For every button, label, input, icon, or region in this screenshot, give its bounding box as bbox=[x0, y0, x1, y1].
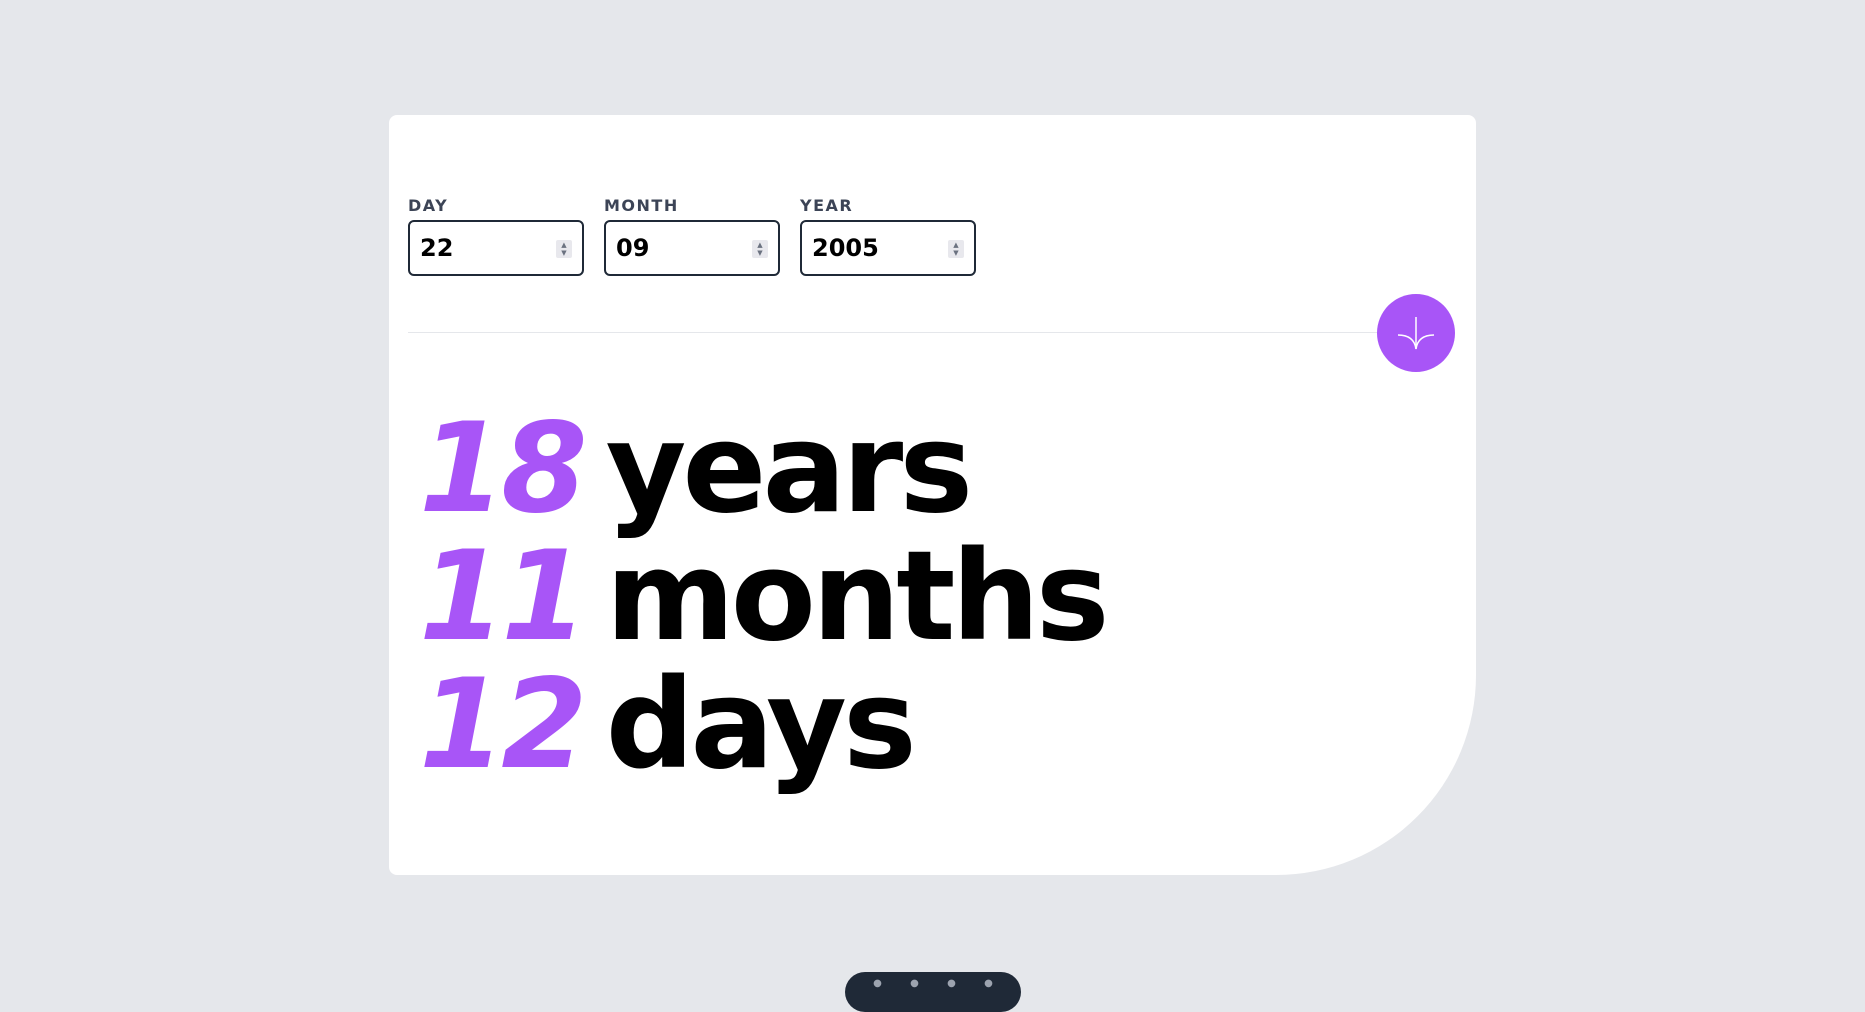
toolbar-icon[interactable]: ● bbox=[910, 978, 919, 989]
months-unit: months bbox=[605, 525, 1110, 669]
day-input[interactable] bbox=[420, 234, 572, 262]
years-value: 18 bbox=[419, 397, 588, 541]
years-row: 18 years bbox=[419, 405, 1106, 533]
month-spinner[interactable]: ▲ ▼ bbox=[752, 240, 768, 258]
chevron-up-icon[interactable]: ▲ bbox=[953, 241, 958, 249]
month-field: MONTH ▲ ▼ bbox=[604, 196, 780, 276]
divider bbox=[408, 332, 1408, 333]
year-spinner[interactable]: ▲ ▼ bbox=[948, 240, 964, 258]
chevron-down-icon[interactable]: ▼ bbox=[953, 249, 958, 257]
days-unit: days bbox=[605, 653, 917, 797]
months-value: 11 bbox=[419, 525, 588, 669]
submit-button[interactable] bbox=[1377, 294, 1455, 372]
year-field: YEAR ▲ ▼ bbox=[800, 196, 976, 276]
chevron-down-icon[interactable]: ▼ bbox=[561, 249, 566, 257]
days-value: 12 bbox=[419, 653, 588, 797]
month-label: MONTH bbox=[604, 196, 679, 215]
years-unit: years bbox=[605, 397, 974, 541]
month-input[interactable] bbox=[616, 234, 768, 262]
year-input-box[interactable]: ▲ ▼ bbox=[800, 220, 976, 276]
age-calculator-card: DAY ▲ ▼ MONTH ▲ ▼ YEAR bbox=[389, 115, 1476, 875]
arrow-down-icon[interactable] bbox=[1396, 313, 1436, 353]
bottom-toolbar: ● ● ● ● bbox=[845, 972, 1021, 1012]
chevron-down-icon[interactable]: ▼ bbox=[757, 249, 762, 257]
year-input[interactable] bbox=[812, 234, 964, 262]
day-spinner[interactable]: ▲ ▼ bbox=[556, 240, 572, 258]
month-input-box[interactable]: ▲ ▼ bbox=[604, 220, 780, 276]
chevron-up-icon[interactable]: ▲ bbox=[561, 241, 566, 249]
day-label: DAY bbox=[408, 196, 449, 215]
year-label: YEAR bbox=[800, 196, 854, 215]
months-row: 11 months bbox=[419, 525, 1110, 669]
day-input-box[interactable]: ▲ ▼ bbox=[408, 220, 584, 276]
toolbar-icon[interactable]: ● bbox=[947, 978, 956, 989]
chevron-up-icon[interactable]: ▲ bbox=[757, 241, 762, 249]
toolbar-icon[interactable]: ● bbox=[984, 978, 993, 989]
day-field: DAY ▲ ▼ bbox=[408, 196, 584, 276]
toolbar-icon[interactable]: ● bbox=[873, 978, 882, 989]
age-results: 18 years 11 months 12 days bbox=[419, 405, 1110, 789]
days-row: 12 days bbox=[419, 661, 1106, 789]
date-input-group: DAY ▲ ▼ MONTH ▲ ▼ YEAR bbox=[408, 196, 976, 276]
